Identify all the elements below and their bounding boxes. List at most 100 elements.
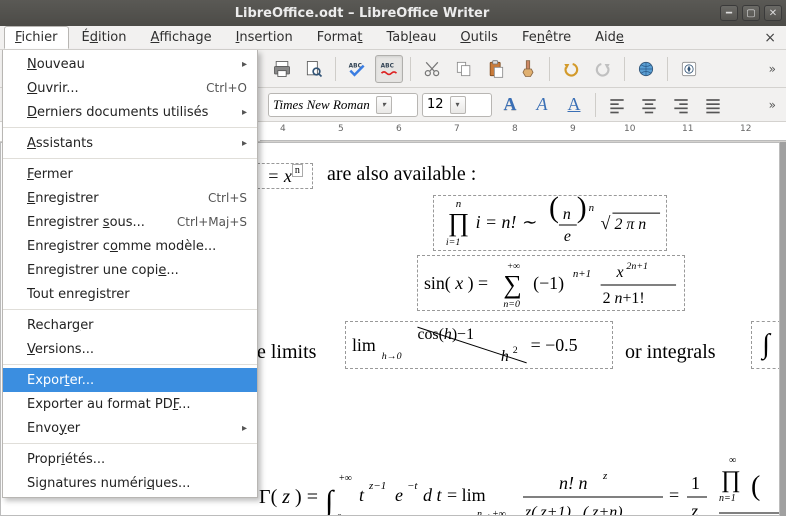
font-size-combo[interactable]: 12 ▾ (422, 93, 492, 117)
svg-text:2 π n: 2 π n (614, 216, 646, 233)
body-text: are also available : (327, 163, 476, 186)
formula-object[interactable]: ∫ (751, 321, 780, 369)
copy-button[interactable] (450, 55, 478, 83)
submenu-arrow-icon: ▸ (242, 59, 247, 70)
menu-item-saveas[interactable]: Enregistrer sous...Ctrl+Maj+S (3, 210, 257, 234)
undo-button[interactable] (557, 55, 585, 83)
redo-button[interactable] (589, 55, 617, 83)
svg-text:lim: lim (352, 335, 376, 355)
menu-item-new[interactable]: Nouveau▸ (3, 52, 257, 76)
maximize-button[interactable]: ▢ (742, 5, 760, 21)
menu-item-export[interactable]: Exporter... (3, 368, 257, 392)
svg-text:h→0: h→0 (382, 351, 402, 362)
svg-text:2 n+1!: 2 n+1! (603, 290, 645, 307)
align-center-button[interactable] (635, 91, 663, 119)
printer-icon (272, 59, 292, 79)
svg-text:=: = (669, 485, 679, 505)
svg-text:n+1: n+1 (573, 268, 591, 280)
align-right-button[interactable] (667, 91, 695, 119)
svg-text:= −0.5: = −0.5 (531, 335, 578, 355)
menu-item-label: Ouvrir... (27, 81, 79, 96)
svg-text:sin( x ) =: sin( x ) = (424, 273, 488, 294)
svg-text:∫: ∫ (323, 485, 335, 516)
bold-button[interactable]: A (496, 91, 524, 119)
menu-item-reload[interactable]: Recharger (3, 313, 257, 337)
menu-item-save[interactable]: EnregistrerCtrl+S (3, 186, 257, 210)
formula-gamma[interactable]: Γ( z ) = ∫ +∞ 0 t z−1 e −t d t = lim n→+… (259, 443, 779, 516)
align-left-button[interactable] (603, 91, 631, 119)
menu-format[interactable]: Format (306, 26, 374, 49)
menu-view[interactable]: Affichage (140, 26, 223, 49)
justify-button[interactable] (699, 91, 727, 119)
menu-item-exportpdf[interactable]: Exporter au format PDF... (3, 392, 257, 416)
menu-item-savecpy[interactable]: Enregistrer une copie... (3, 258, 257, 282)
formula-product: n ∏ i=1 i = n! ∼ ( n e ) n √ 2 π n (434, 195, 666, 251)
svg-text:h: h (501, 348, 509, 365)
menu-item-label: Enregistrer une copie... (27, 263, 179, 278)
svg-text:(−1): (−1) (533, 273, 564, 294)
svg-text:(: ( (751, 471, 760, 502)
menu-item-versions[interactable]: Versions... (3, 337, 257, 361)
menu-item-label: Propriétés... (27, 452, 105, 467)
italic-button[interactable]: A (528, 91, 556, 119)
auto-spellcheck-button[interactable]: ABC (375, 55, 403, 83)
svg-text:n→+∞: n→+∞ (477, 509, 506, 516)
menu-insert[interactable]: Insertion (225, 26, 304, 49)
menu-tools[interactable]: Outils (449, 26, 509, 49)
print-preview-button[interactable] (300, 55, 328, 83)
paste-icon (486, 59, 506, 79)
svg-text:√: √ (601, 213, 611, 233)
menu-item-close[interactable]: Fermer (3, 162, 257, 186)
menu-help[interactable]: Aide (584, 26, 635, 49)
toolbar-overflow[interactable]: » (765, 60, 780, 78)
print-button[interactable] (268, 55, 296, 83)
menu-item-recent[interactable]: Derniers documents utilisés▸ (3, 100, 257, 124)
menu-file[interactable]: Fichier (4, 26, 69, 49)
menu-table[interactable]: Tableau (376, 26, 448, 49)
clone-formatting-button[interactable] (514, 55, 542, 83)
menu-separator (3, 158, 257, 159)
svg-text:e: e (395, 485, 403, 505)
svg-text:= lim: = lim (447, 485, 486, 505)
menu-item-label: Exporter... (27, 373, 94, 388)
redo-icon (593, 59, 613, 79)
hyperlink-button[interactable] (632, 55, 660, 83)
formula-sin: sin( x ) = +∞ ∑ n=0 (−1) n+1 x 2n+1 2 n+… (418, 255, 684, 311)
menu-item-open[interactable]: Ouvrir...Ctrl+O (3, 76, 257, 100)
toolbar-overflow[interactable]: » (765, 96, 780, 114)
document-close-button[interactable]: × (758, 28, 782, 48)
menu-item-saveall[interactable]: Tout enregistrer (3, 282, 257, 306)
navigator-button[interactable] (675, 55, 703, 83)
menu-window[interactable]: Fenêtre (511, 26, 582, 49)
chevron-down-icon: ▾ (450, 96, 466, 114)
menu-item-props[interactable]: Propriétés... (3, 447, 257, 471)
ruler-tick: 11 (682, 124, 693, 134)
underline-button[interactable]: A (560, 91, 588, 119)
minimize-button[interactable]: ━ (720, 5, 738, 21)
formula-object[interactable]: sin( x ) = +∞ ∑ n=0 (−1) n+1 x 2n+1 2 n+… (417, 255, 685, 311)
menu-item-label: Assistants (27, 136, 93, 151)
cut-button[interactable] (418, 55, 446, 83)
align-right-icon (671, 95, 691, 115)
menu-edit[interactable]: Édition (71, 26, 138, 49)
menu-item-label: Derniers documents utilisés (27, 105, 208, 120)
menu-item-sigs[interactable]: Signatures numériques... (3, 471, 257, 495)
formula-object[interactable]: = xn (257, 163, 313, 189)
svg-text:z−1: z−1 (368, 480, 386, 492)
menu-item-send[interactable]: Envoyer▸ (3, 416, 257, 440)
spellcheck-button[interactable]: ABC (343, 55, 371, 83)
svg-text:z: z (602, 470, 608, 482)
svg-text:n: n (589, 202, 594, 214)
ruler-tick: 9 (570, 124, 576, 134)
svg-text:Γ( z ) =: Γ( z ) = (259, 486, 318, 508)
close-button[interactable]: ✕ (764, 5, 782, 21)
menu-item-wizards[interactable]: Assistants▸ (3, 131, 257, 155)
menu-item-savetpl[interactable]: Enregistrer comme modèle... (3, 234, 257, 258)
formula-object[interactable]: lim h→0 cos(h)−1 h 2 = −0.5 (345, 321, 613, 369)
ruler-tick: 5 (338, 124, 344, 134)
font-name-combo[interactable]: Times New Roman ▾ (268, 93, 418, 117)
window-controls: ━ ▢ ✕ (720, 5, 782, 21)
paste-button[interactable] (482, 55, 510, 83)
menu-separator (3, 127, 257, 128)
formula-object[interactable]: n ∏ i=1 i = n! ∼ ( n e ) n √ 2 π n (433, 195, 667, 251)
